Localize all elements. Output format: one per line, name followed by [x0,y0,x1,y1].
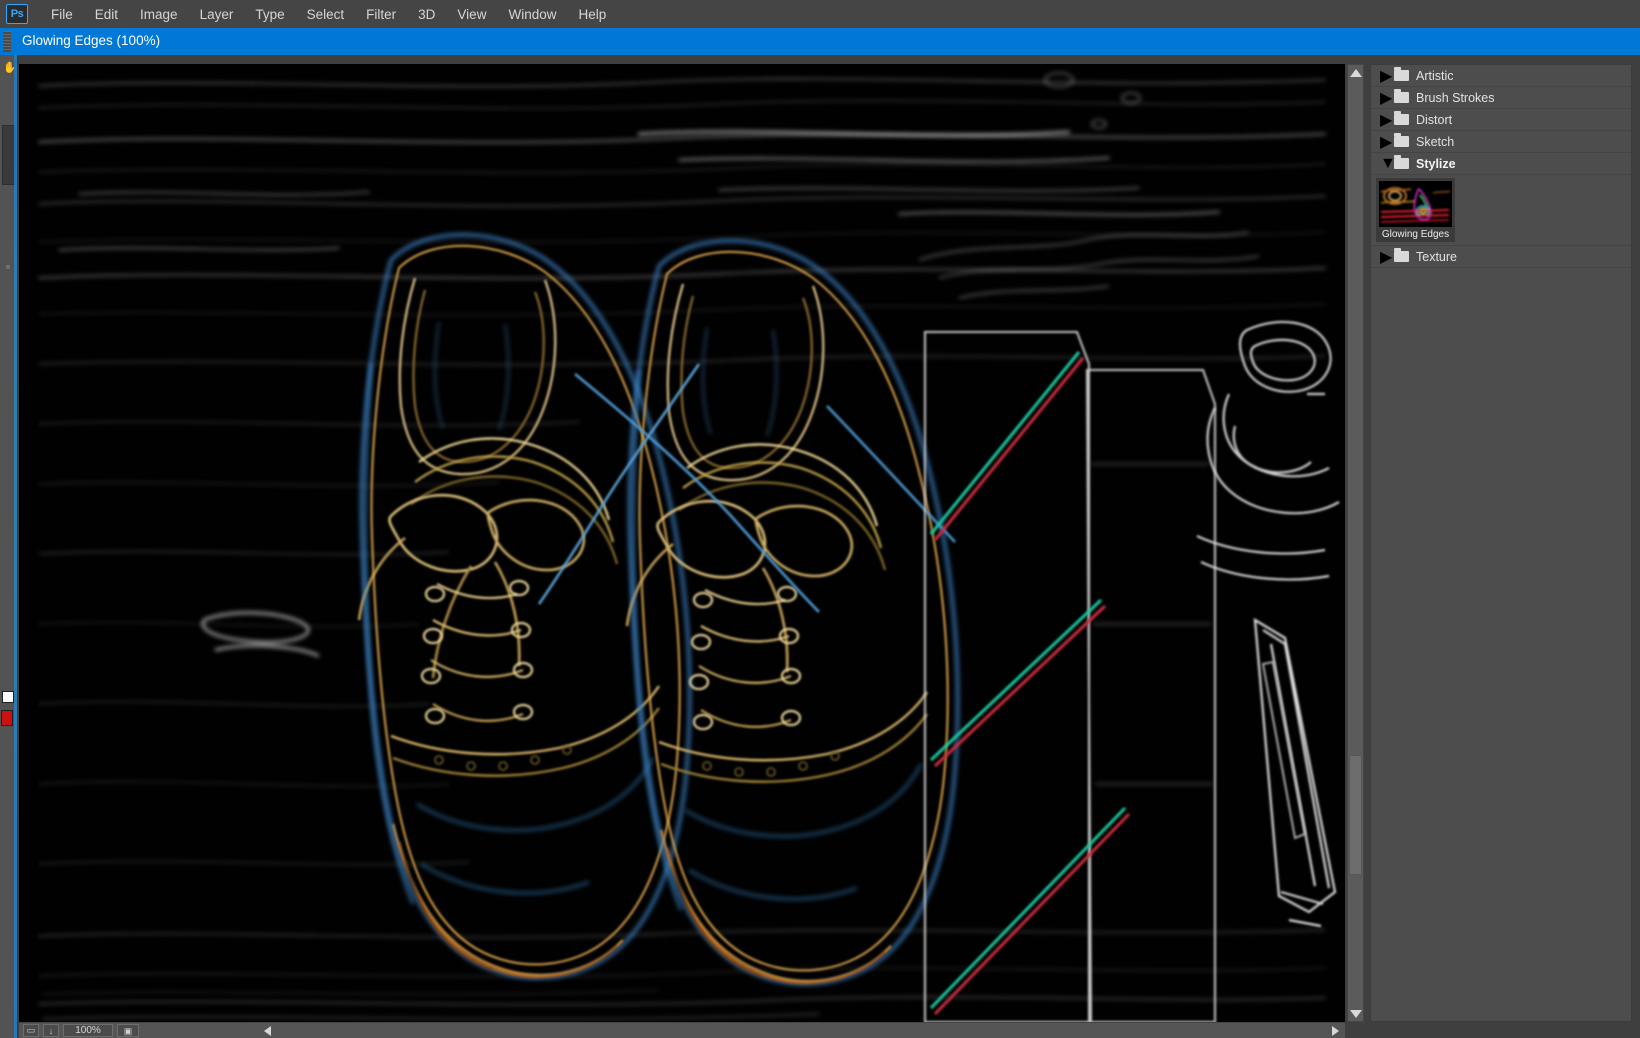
menu-item-image[interactable]: Image [129,3,189,26]
filter-category-panel: ▶ Artistic ▶ Brush Strokes ▶ Distort ▶ S… [1370,64,1632,1022]
folder-icon [1394,251,1409,262]
folder-open-icon [1394,158,1409,169]
menu-item-view[interactable]: View [446,3,497,26]
photoshop-logo-icon[interactable]: Ps [6,4,28,24]
folder-icon [1394,114,1409,125]
scroll-up-arrow-icon[interactable] [1348,65,1363,80]
tool-strip-marker [6,265,10,269]
document-tab-bar[interactable]: Glowing Edges (100%) [0,28,1640,55]
background-color-swatch[interactable] [1,710,13,726]
panel-edge-highlight [14,55,17,1038]
preview-toggle-button[interactable]: ▣ [117,1024,139,1037]
left-tool-strip: ✋ [0,55,18,1038]
scroll-left-arrow-icon[interactable] [264,1026,271,1036]
chevron-right-icon[interactable]: ▶ [1380,110,1394,130]
menu-item-layer[interactable]: Layer [189,3,245,26]
glowing-edges-preview-image [19,64,1345,1022]
filter-category-label: Distort [1416,113,1452,127]
menu-item-filter[interactable]: Filter [355,3,407,26]
chevron-right-icon[interactable]: ▶ [1380,247,1394,267]
tab-grip-handle[interactable] [3,31,11,52]
filter-category-label: Brush Strokes [1416,91,1495,105]
fit-view-button[interactable]: ▭ [23,1024,39,1037]
filter-category-distort[interactable]: ▶ Distort [1371,109,1631,131]
filter-category-label: Artistic [1416,69,1454,83]
stylize-filter-thumbnails: Glowing Edges [1371,175,1631,246]
foreground-color-swatch[interactable] [2,691,14,703]
menu-bar: Ps File Edit Image Layer Type Select Fil… [0,0,1640,28]
menu-item-file[interactable]: File [40,3,84,26]
filter-category-label: Sketch [1416,135,1454,149]
scroll-down-arrow-icon[interactable] [1348,1006,1363,1021]
actual-size-button[interactable]: ↓ [43,1024,59,1037]
zoom-level-value[interactable]: 100% [63,1024,113,1037]
filter-category-texture[interactable]: ▶ Texture [1371,246,1631,268]
preview-status-bar: ▭ ↓ 100% ▣ [19,1022,1345,1038]
filter-thumbnail-label: Glowing Edges [1379,227,1452,240]
folder-icon [1394,92,1409,103]
canvas-vertical-scrollbar[interactable] [1347,64,1364,1022]
filter-category-stylize[interactable]: ▼ Stylize [1371,153,1631,175]
menu-item-type[interactable]: Type [244,3,295,26]
glowing-edges-thumbnail-icon [1379,181,1452,227]
filter-preview-canvas[interactable] [19,64,1345,1022]
menu-item-help[interactable]: Help [567,3,617,26]
scroll-right-arrow-icon[interactable] [1332,1026,1339,1036]
chevron-right-icon[interactable]: ▶ [1380,66,1394,86]
chevron-right-icon[interactable]: ▶ [1380,132,1394,152]
vertical-scroll-thumb[interactable] [1349,755,1362,875]
menu-item-3d[interactable]: 3D [407,3,446,26]
chevron-right-icon[interactable]: ▶ [1380,88,1394,108]
folder-icon [1394,70,1409,81]
photoshop-filter-gallery-window: Ps File Edit Image Layer Type Select Fil… [0,0,1640,1038]
menu-item-select[interactable]: Select [296,3,356,26]
filter-category-label: Texture [1416,250,1457,264]
filter-category-label: Stylize [1416,157,1456,171]
document-title: Glowing Edges (100%) [22,33,160,48]
filter-category-brush-strokes[interactable]: ▶ Brush Strokes [1371,87,1631,109]
chevron-down-icon[interactable]: ▼ [1380,155,1394,173]
filter-thumbnail-glowing-edges[interactable]: Glowing Edges [1376,178,1455,242]
menu-item-edit[interactable]: Edit [84,3,129,26]
filter-category-artistic[interactable]: ▶ Artistic [1371,65,1631,87]
filter-category-sketch[interactable]: ▶ Sketch [1371,131,1631,153]
menu-item-window[interactable]: Window [497,3,567,26]
folder-icon [1394,136,1409,147]
